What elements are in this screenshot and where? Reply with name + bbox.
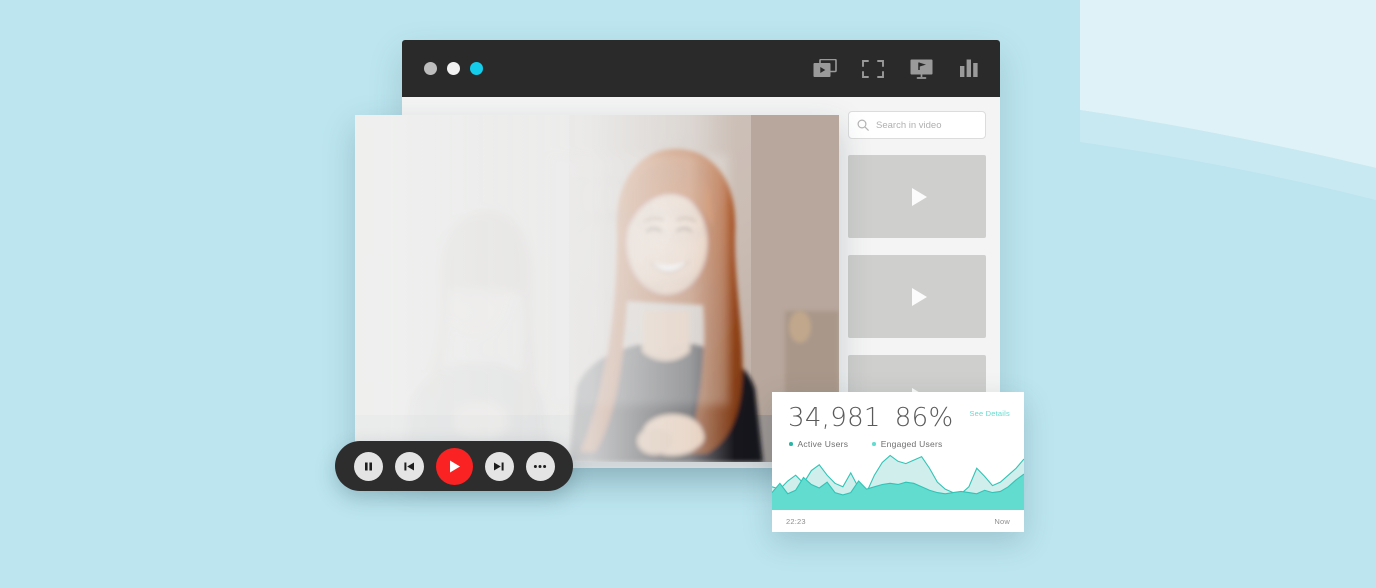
search-input[interactable] (876, 119, 986, 131)
sparkline-svg (772, 454, 1024, 510)
titlebar-toolbar (812, 40, 982, 97)
previous-button[interactable] (394, 451, 424, 481)
chart-legend: Active Users Engaged Users (772, 431, 1024, 449)
axis-end-label: Now (994, 516, 1010, 526)
ellipsis-icon (533, 464, 547, 468)
next-button[interactable] (484, 451, 514, 481)
analytics-icon[interactable] (956, 56, 982, 82)
play-icon (911, 187, 927, 206)
window-titlebar (402, 40, 1000, 97)
active-users-value: 34,981 (788, 403, 881, 433)
window-close-dot[interactable] (424, 62, 437, 75)
chart-axis: 22:23 Now (772, 510, 1024, 532)
video-frame-image (355, 115, 839, 462)
pause-button[interactable] (353, 451, 383, 481)
play-icon (450, 460, 460, 472)
skip-back-icon (404, 462, 414, 470)
legend-dot-icon (789, 442, 793, 446)
pause-icon (364, 462, 372, 470)
play-button[interactable] (435, 447, 473, 485)
sparkline-chart (772, 452, 1024, 510)
legend-dot-icon (872, 442, 876, 446)
window-maximize-dot[interactable] (470, 62, 483, 75)
window-controls (424, 62, 483, 75)
analytics-card: See Details 34,981 86% Active Users Enga… (772, 392, 1024, 532)
player-control-bar (335, 441, 573, 491)
window-minimize-dot[interactable] (447, 62, 460, 75)
skip-forward-icon (494, 462, 504, 470)
video-thumbnail-1[interactable] (848, 155, 986, 238)
search-box[interactable] (848, 111, 986, 139)
search-icon (857, 119, 869, 131)
legend-item-engaged-users: Engaged Users (872, 439, 942, 449)
legend-label: Engaged Users (880, 439, 943, 449)
legend-item-active-users: Active Users (789, 439, 848, 449)
video-player-panel[interactable] (355, 115, 839, 462)
axis-start-label: 22:23 (786, 516, 806, 526)
video-thumbnail-2[interactable] (848, 255, 986, 338)
legend-label: Active Users (797, 439, 849, 449)
fullscreen-icon[interactable] (860, 56, 886, 82)
engaged-users-value: 86% (894, 403, 954, 433)
play-icon (911, 287, 927, 306)
playlist-icon[interactable] (812, 56, 838, 82)
more-button[interactable] (525, 451, 555, 481)
see-details-link[interactable]: See Details (969, 409, 1010, 418)
presentation-icon[interactable] (908, 56, 934, 82)
